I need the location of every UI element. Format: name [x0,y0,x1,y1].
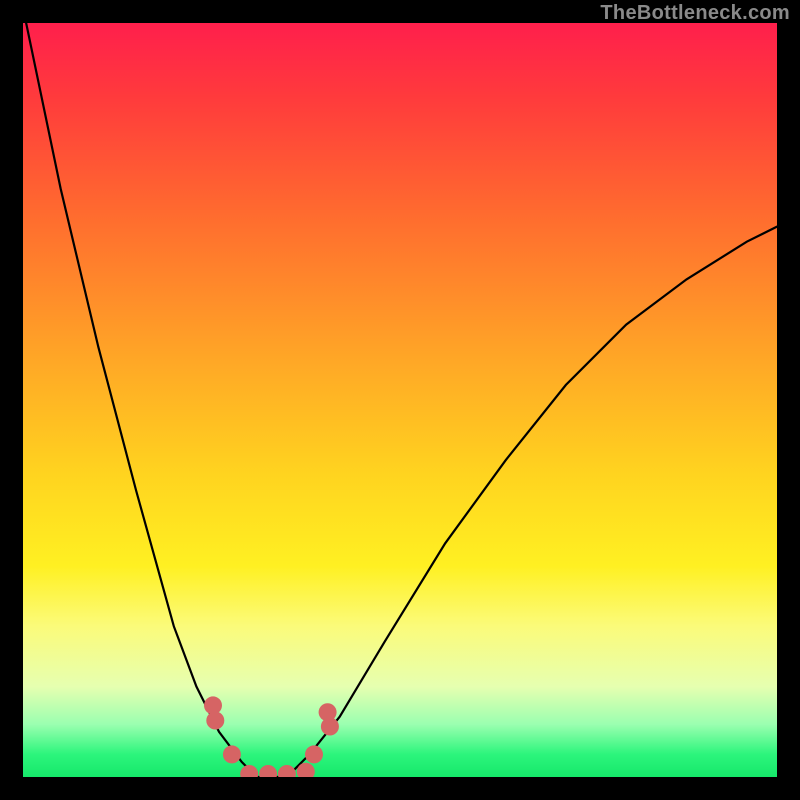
bottleneck-curve [23,23,777,777]
marker-left-floor [223,745,241,763]
marker-floor-b [259,765,277,777]
chart-svg [23,23,777,777]
marker-left-lower [206,712,224,730]
marker-right-floor [305,745,323,763]
marker-floor-a [240,765,258,777]
marker-group [204,696,339,777]
watermark-text: TheBottleneck.com [600,2,790,25]
marker-floor-c [278,765,296,777]
marker-left-upper [204,696,222,714]
plot-area [23,23,777,777]
marker-right-upper2 [321,718,339,736]
